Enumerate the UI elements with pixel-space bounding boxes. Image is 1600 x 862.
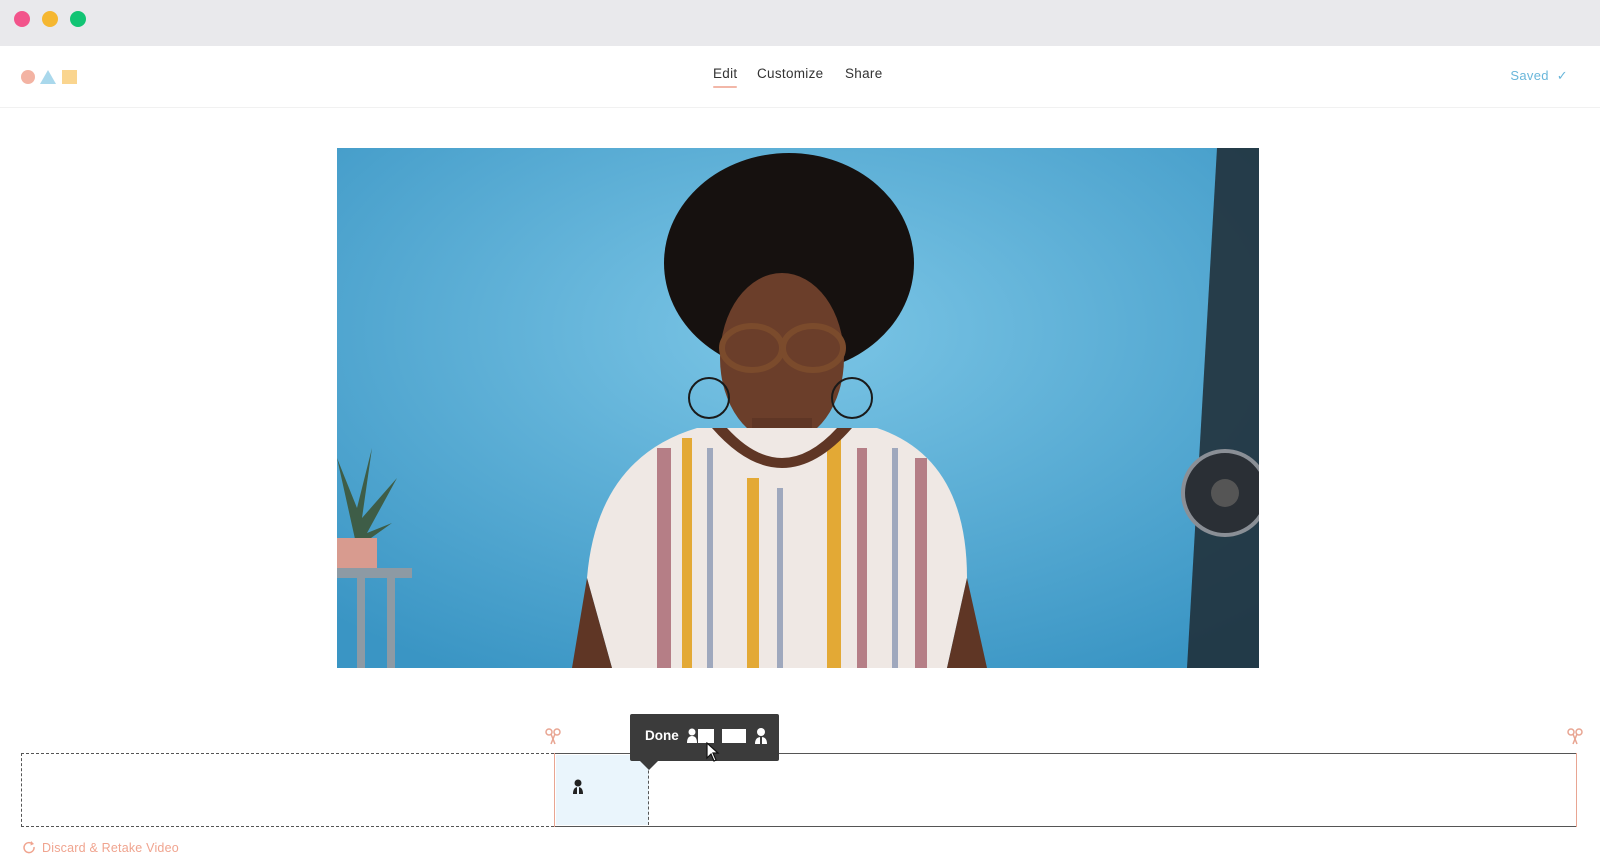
clip-track[interactable] xyxy=(554,753,1577,827)
video-frame xyxy=(337,148,1259,668)
window-close-button[interactable] xyxy=(14,11,30,27)
square-shape-icon xyxy=(62,70,77,84)
trimmed-region[interactable] xyxy=(21,753,554,827)
mouse-cursor-icon xyxy=(706,742,720,762)
tab-share[interactable]: Share xyxy=(845,66,883,81)
window-maximize-button[interactable] xyxy=(70,11,86,27)
window-minimize-button[interactable] xyxy=(42,11,58,27)
trim-handle-right[interactable] xyxy=(1576,753,1577,827)
video-timeline xyxy=(0,700,1600,862)
discard-retake-label: Discard & Retake Video xyxy=(42,841,179,855)
person-icon xyxy=(573,779,583,794)
trim-handle-left[interactable] xyxy=(554,753,555,827)
person-only-layout-icon[interactable] xyxy=(754,727,768,747)
video-preview[interactable] xyxy=(337,148,1259,668)
retake-icon xyxy=(23,841,35,854)
tab-customize[interactable]: Customize xyxy=(757,66,823,81)
done-button[interactable]: Done xyxy=(645,728,679,743)
scissors-icon[interactable] xyxy=(545,728,561,746)
scissors-icon[interactable] xyxy=(1567,728,1583,746)
layout-popover: Done xyxy=(630,714,779,770)
screen-only-layout-icon[interactable] xyxy=(720,727,748,747)
circle-shape-icon xyxy=(21,70,35,84)
layout-segment[interactable] xyxy=(556,755,649,825)
tab-edit[interactable]: Edit xyxy=(713,66,738,88)
app-logo[interactable] xyxy=(20,68,82,86)
discard-retake-link[interactable]: Discard & Retake Video xyxy=(22,840,179,855)
app-header: Edit Customize Share Saved ✓ xyxy=(0,46,1600,108)
save-status-label: Saved xyxy=(1510,68,1549,83)
triangle-shape-icon xyxy=(40,70,56,84)
window-titlebar xyxy=(0,0,1600,46)
save-status: Saved ✓ xyxy=(1510,68,1568,84)
checkmark-icon: ✓ xyxy=(1556,68,1568,83)
